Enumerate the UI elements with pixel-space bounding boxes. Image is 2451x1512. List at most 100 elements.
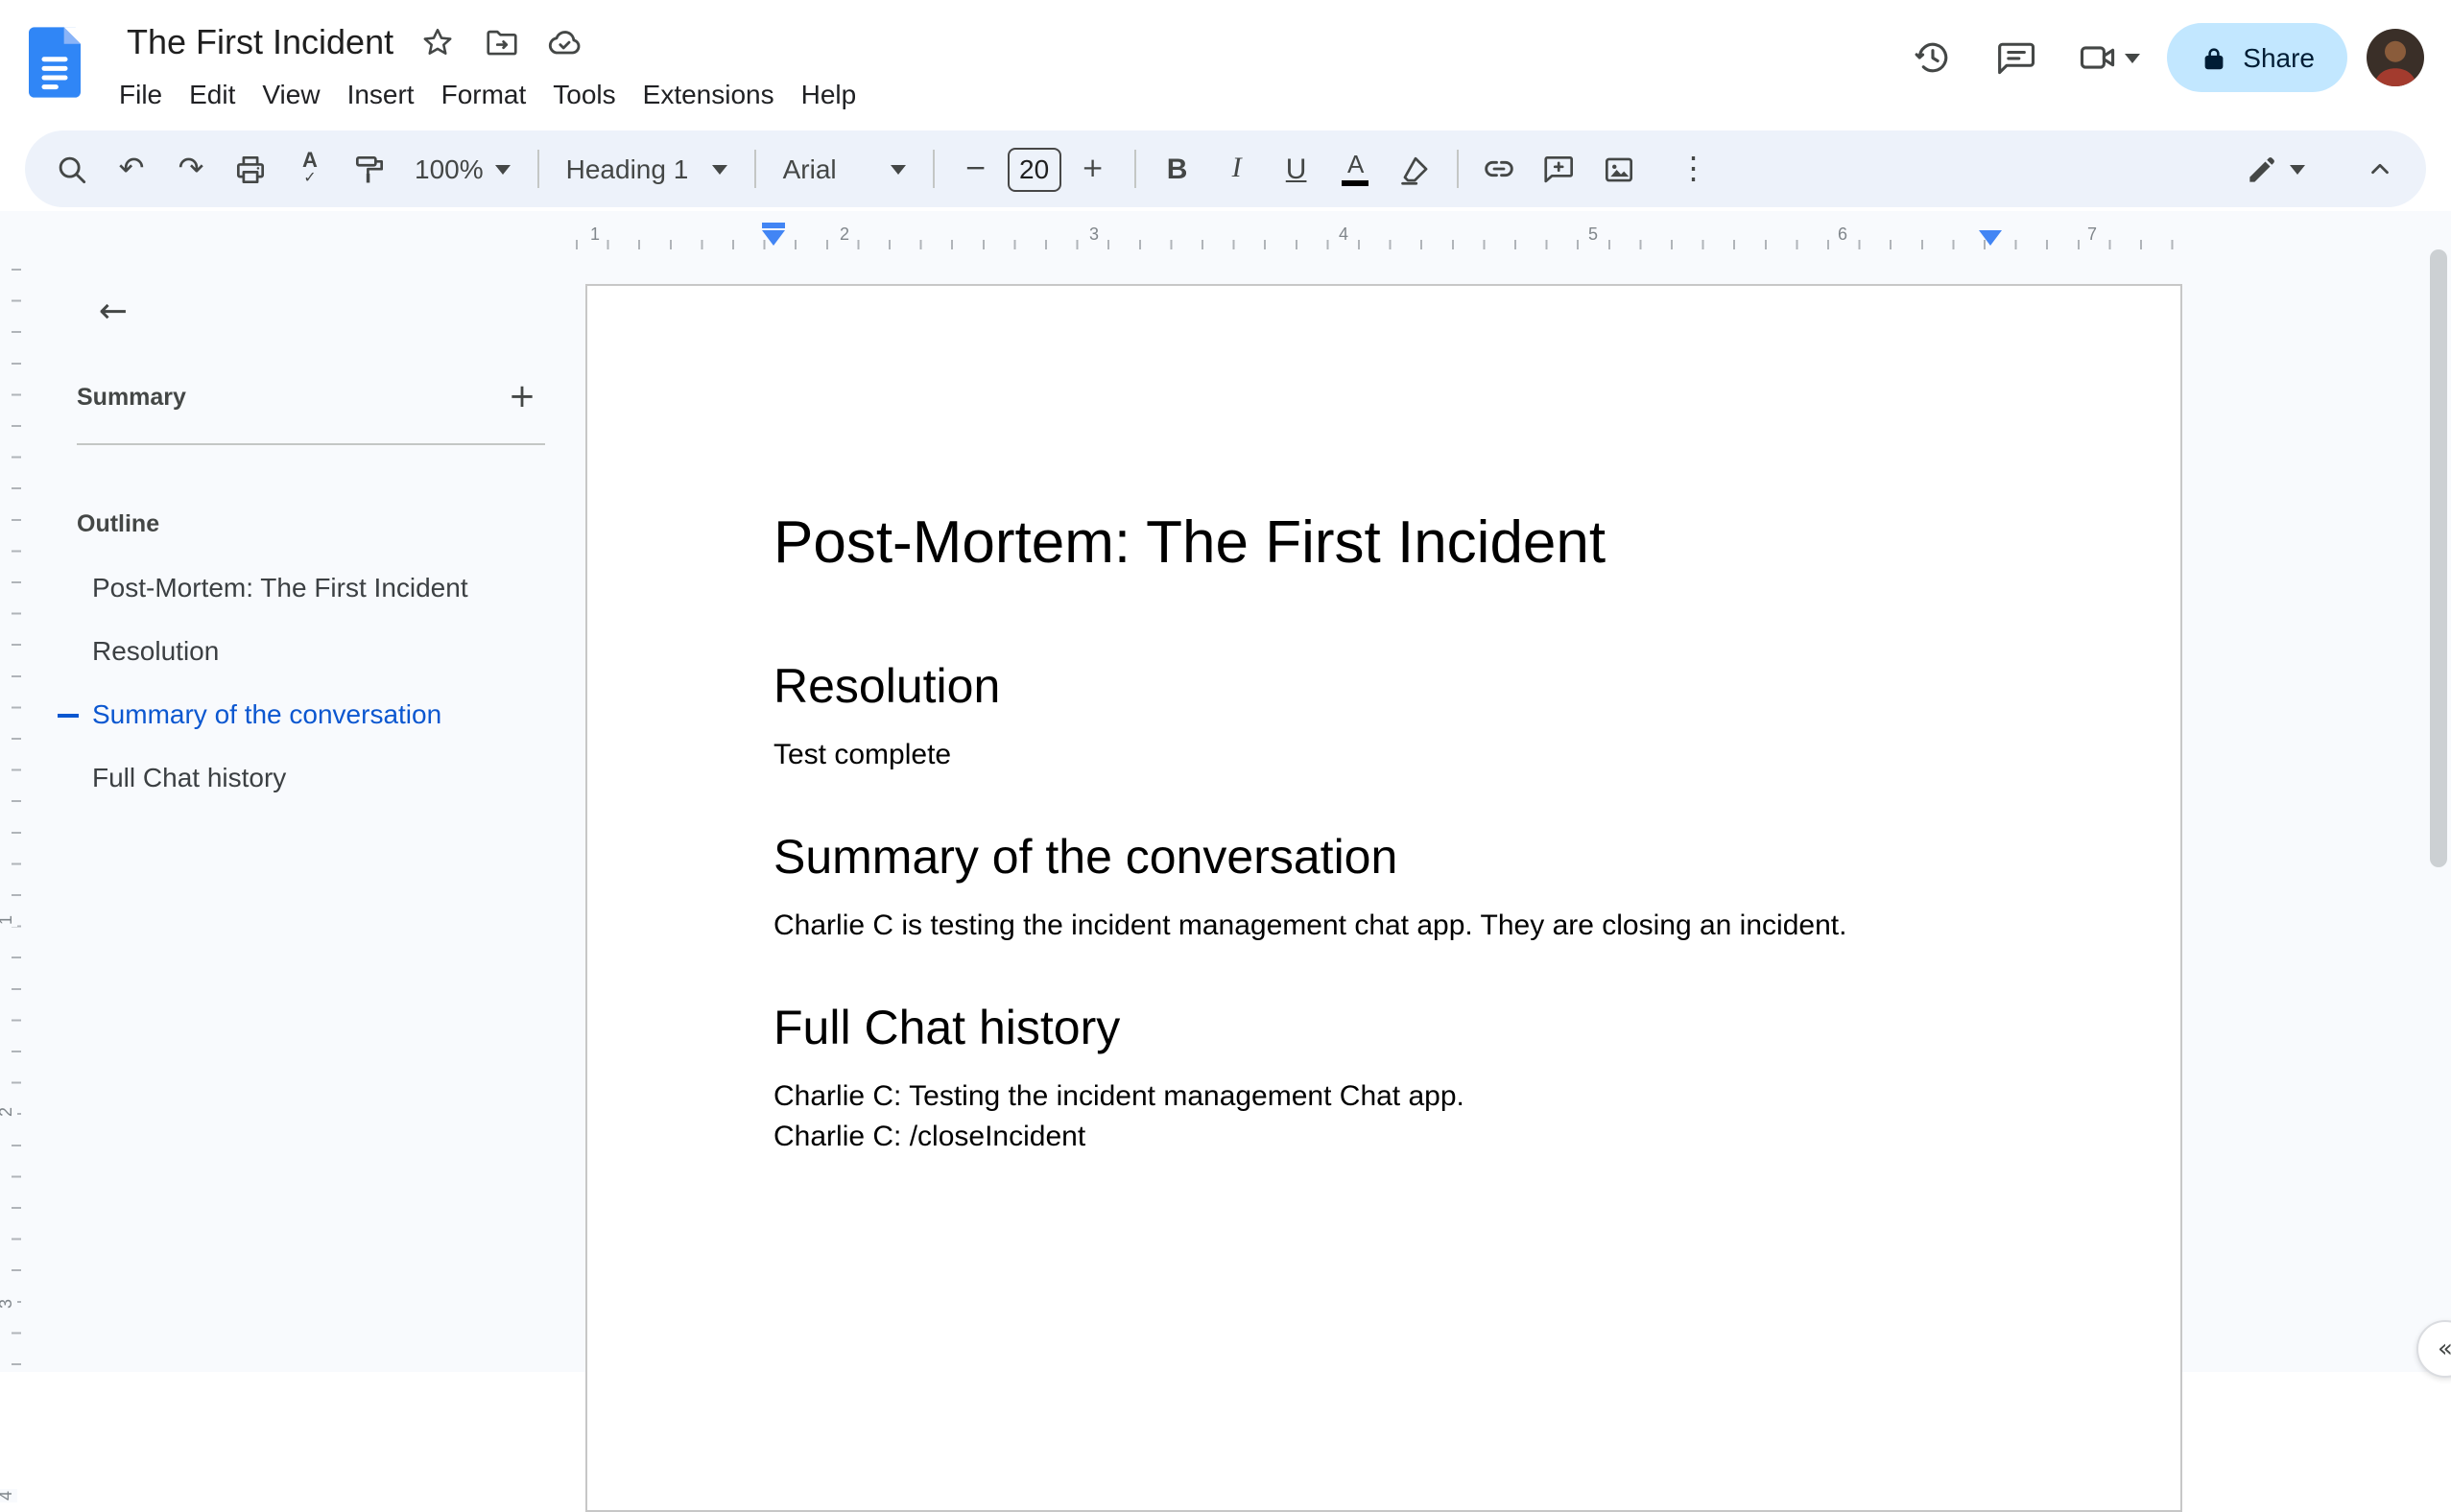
menu-item-extensions[interactable]: Extensions	[630, 69, 788, 119]
document-status-button[interactable]	[545, 23, 583, 61]
doc-section-heading[interactable]: Resolution	[773, 656, 1994, 718]
underline-button[interactable]: U	[1269, 142, 1324, 196]
chevron-down-icon	[2290, 164, 2305, 174]
print-button[interactable]	[223, 142, 278, 196]
menu-item-view[interactable]: View	[249, 69, 333, 119]
move-button[interactable]	[482, 23, 520, 61]
spellcheck-icon: A ✓	[302, 150, 318, 186]
menu-item-file[interactable]: File	[106, 69, 176, 119]
right-indent-marker[interactable]	[1979, 230, 2002, 246]
document-page[interactable]: Post-Mortem: The First Incident Resoluti…	[585, 284, 2182, 1512]
google-docs-window: The First Incident File Edit View Insert…	[0, 0, 2451, 1512]
doc-paragraph[interactable]: Charlie C: /closeIncident	[773, 1117, 1994, 1157]
menu-item-tools[interactable]: Tools	[539, 69, 629, 119]
toolbar-divider	[932, 150, 935, 188]
spellcheck-button[interactable]: A ✓	[282, 142, 338, 196]
share-button[interactable]: Share	[2166, 23, 2347, 92]
back-button[interactable]: ←	[81, 280, 146, 345]
doc-section-heading[interactable]: Full Chat history	[773, 998, 1994, 1059]
summary-heading: Summary	[77, 384, 186, 411]
outline-item[interactable]: Summary of the conversation	[54, 683, 591, 746]
google-docs-logo-icon[interactable]	[29, 27, 81, 98]
vertical-scrollbar-thumb[interactable]	[2430, 249, 2447, 867]
printer-icon	[236, 154, 265, 183]
share-label: Share	[2243, 42, 2315, 73]
ruler-number: 3	[0, 1296, 18, 1311]
comment-bubble-icon	[1997, 42, 2035, 75]
zoom-select[interactable]: 100%	[401, 142, 524, 196]
font-size-increase-button[interactable]: +	[1065, 142, 1121, 196]
hide-menus-button[interactable]	[2351, 142, 2407, 196]
editing-mode-button[interactable]	[2232, 151, 2317, 187]
highlighter-icon	[1400, 155, 1428, 184]
video-call-button[interactable]	[2068, 36, 2147, 79]
doc-section-heading[interactable]: Summary of the conversation	[773, 827, 1994, 888]
italic-button[interactable]: I	[1209, 142, 1265, 196]
outline-item[interactable]: Post-Mortem: The First Incident	[54, 556, 591, 620]
font-value: Arial	[782, 154, 837, 184]
vertical-ruler: 1 2 3 4	[0, 269, 27, 1503]
ruler-number: 5	[1583, 224, 1603, 246]
doc-paragraph[interactable]: Test complete	[773, 735, 1994, 775]
text-color-button[interactable]: A	[1328, 142, 1384, 196]
version-history-button[interactable]	[1899, 25, 1964, 90]
ruler-number: 4	[0, 1488, 18, 1503]
panel-divider	[77, 443, 545, 445]
add-comment-button[interactable]	[1532, 142, 1587, 196]
horizontal-ruler[interactable]: 1 2 3 4 5 6 7	[0, 219, 2451, 253]
insert-link-button[interactable]	[1472, 142, 1528, 196]
bold-button[interactable]: B	[1150, 142, 1205, 196]
history-clock-icon	[1914, 42, 1947, 73]
redo-button[interactable]: ↷	[163, 142, 219, 196]
menu-item-insert[interactable]: Insert	[334, 69, 428, 119]
zoom-value: 100%	[415, 154, 484, 184]
undo-button[interactable]: ↶	[104, 142, 159, 196]
folder-move-icon	[486, 29, 516, 55]
add-comment-icon	[1544, 154, 1573, 182]
menu-item-edit[interactable]: Edit	[176, 69, 249, 119]
lock-icon	[2203, 47, 2223, 69]
font-size-input[interactable]	[1007, 147, 1061, 191]
paint-format-button[interactable]	[342, 142, 397, 196]
document-title[interactable]: The First Incident	[127, 22, 393, 62]
star-icon	[423, 28, 452, 55]
outline-item[interactable]: Full Chat history	[54, 746, 591, 810]
search-icon	[59, 155, 86, 183]
chevron-down-icon	[2124, 53, 2140, 62]
font-select[interactable]: Arial	[770, 142, 919, 196]
image-icon	[1605, 156, 1632, 181]
doc-paragraph[interactable]: Charlie C: Testing the incident manageme…	[773, 1076, 1994, 1117]
first-line-indent-marker[interactable]	[762, 223, 785, 228]
chevron-up-icon	[2370, 163, 2388, 175]
ruler-number: 1	[585, 224, 605, 246]
styles-select[interactable]: Heading 1	[553, 142, 741, 196]
insert-image-button[interactable]	[1591, 142, 1647, 196]
menu-item-format[interactable]: Format	[428, 69, 540, 119]
avatar[interactable]	[2367, 29, 2424, 86]
outline-heading: Outline	[77, 510, 160, 537]
link-icon	[1485, 160, 1514, 177]
search-menus-button[interactable]	[44, 142, 100, 196]
left-indent-marker[interactable]	[762, 223, 785, 246]
font-size-decrease-button[interactable]: −	[948, 142, 1004, 196]
chevron-down-icon	[494, 164, 511, 174]
outline-item[interactable]: Resolution	[54, 620, 591, 683]
add-summary-button[interactable]: +	[499, 374, 545, 420]
ruler-number: 6	[1833, 224, 1852, 246]
document-outline: Post-Mortem: The First Incident Resoluti…	[54, 556, 591, 810]
ruler-number: 3	[1084, 224, 1104, 246]
ruler-number: 1	[0, 912, 18, 928]
doc-title-heading[interactable]: Post-Mortem: The First Incident	[773, 505, 1994, 581]
doc-paragraph[interactable]: Charlie C is testing the incident manage…	[773, 906, 1994, 946]
menu-bar: File Edit View Insert Format Tools Exten…	[106, 69, 869, 119]
styles-value: Heading 1	[565, 154, 689, 184]
open-comments-button[interactable]	[1984, 25, 2049, 90]
highlight-color-button[interactable]	[1388, 142, 1443, 196]
ruler-number: 4	[1334, 224, 1353, 246]
menu-item-help[interactable]: Help	[788, 69, 870, 119]
star-button[interactable]	[418, 23, 457, 61]
video-camera-icon	[2080, 46, 2114, 69]
toolbar-divider	[1456, 150, 1459, 188]
more-options-button[interactable]: ⋮	[1666, 142, 1722, 196]
ruler-number: 2	[835, 224, 854, 246]
